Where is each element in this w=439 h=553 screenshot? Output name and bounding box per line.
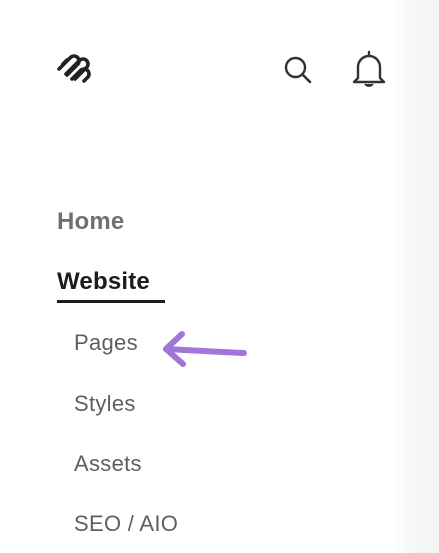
subnav-item-pages[interactable]: Pages (74, 330, 138, 356)
arrow-left-icon (158, 328, 252, 372)
subnav-item-seo[interactable]: SEO / AIO (74, 511, 178, 537)
nav-item-website[interactable]: Website (57, 268, 150, 296)
subnav-item-styles[interactable]: Styles (74, 391, 136, 417)
nav-item-home[interactable]: Home (57, 208, 124, 236)
panel-edge-shade (394, 0, 439, 553)
search-icon (284, 56, 312, 84)
search-button[interactable] (282, 54, 314, 86)
notifications-button[interactable] (349, 48, 389, 90)
bell-icon (352, 50, 386, 87)
squarespace-logo-icon[interactable] (54, 50, 96, 86)
active-nav-underline (57, 300, 165, 303)
subnav-item-assets[interactable]: Assets (74, 451, 142, 477)
